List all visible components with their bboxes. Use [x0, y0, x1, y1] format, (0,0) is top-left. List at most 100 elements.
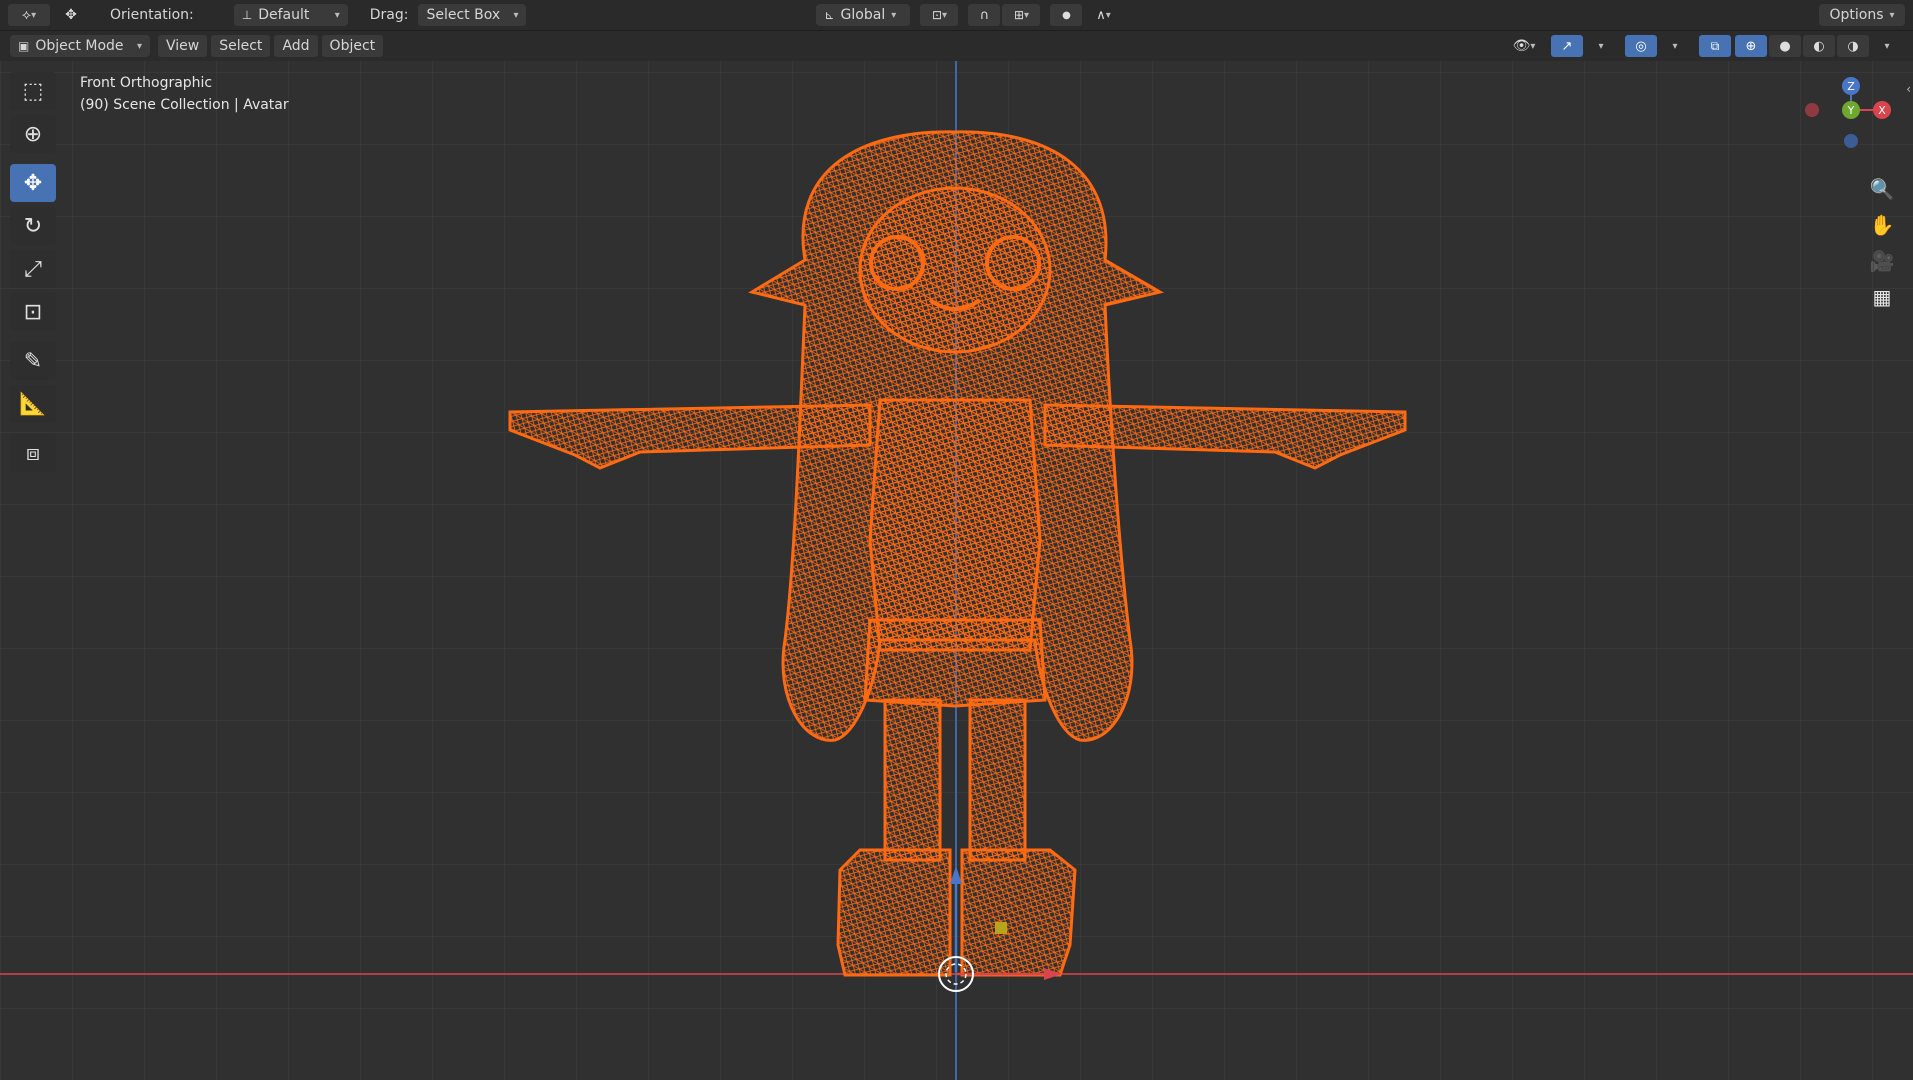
camera-view-button[interactable]: 🎥 — [1865, 244, 1899, 278]
move-icon: ✥ — [23, 170, 43, 196]
navigation-gizmo[interactable]: Z X Y — [1796, 71, 1906, 181]
falloff-button[interactable]: ∧ ▾ — [1084, 4, 1122, 26]
shading-solid-button[interactable]: ● — [1769, 35, 1801, 57]
menu-select[interactable]: Select — [211, 35, 271, 57]
chevron-down-icon: ▾ — [1889, 9, 1895, 21]
sidebar-toggle-arrow[interactable]: ‹ — [1906, 82, 1911, 96]
mode-dropdown[interactable]: ▣ Object Mode ▾ — [10, 35, 150, 57]
scale-tool[interactable]: ⤢ — [10, 250, 56, 288]
object-mode-icon: ▣ — [18, 39, 30, 53]
chevron-down-icon: ▾ — [942, 9, 948, 21]
cursor-tool[interactable]: ⊕ — [10, 115, 56, 153]
shading-rendered-button[interactable]: ◑ — [1837, 35, 1869, 57]
material-sphere-icon: ◐ — [1813, 38, 1825, 54]
move-gizmo-plane-handle[interactable] — [995, 922, 1007, 934]
pan-button[interactable]: ✋ — [1865, 208, 1899, 242]
gizmo-z-label: Z — [1847, 80, 1855, 93]
shading-wireframe-button[interactable]: ⊕ — [1735, 35, 1767, 57]
move-icon: ✥ — [65, 7, 77, 23]
gizmo-toggle[interactable]: ↗ — [1551, 35, 1583, 57]
wireframe-sphere-icon: ⊕ — [1745, 38, 1757, 54]
rotate-tool[interactable]: ↻ — [10, 207, 56, 245]
torso-mesh — [868, 398, 1042, 652]
annotate-icon: ✎ — [23, 348, 43, 374]
move-tool[interactable]: ✥ — [10, 164, 56, 202]
visibility-button[interactable]: 👁 ▾ — [1503, 35, 1545, 57]
menu-object[interactable]: Object — [321, 35, 384, 57]
face-mesh — [858, 186, 1052, 354]
xray-toggle[interactable]: ⧉ — [1699, 35, 1731, 57]
tool-shelf: ⬚ ⊕ ✥ ↻ ⤢ ⊡ ✎ 📐 ⧈ — [10, 72, 56, 477]
rendered-sphere-icon: ◑ — [1847, 38, 1859, 54]
shading-menu[interactable]: ▾ — [1871, 35, 1903, 57]
gizmo-menu[interactable]: ▾ — [1585, 35, 1617, 57]
overlays-menu[interactable]: ▾ — [1659, 35, 1691, 57]
rotate-icon: ↻ — [23, 213, 43, 239]
snap-target-button[interactable]: ⊞ ▾ — [1002, 4, 1041, 26]
scale-icon: ⤢ — [24, 256, 42, 282]
select-box-tool[interactable]: ⬚ — [10, 72, 56, 110]
chevron-down-icon: ▾ — [334, 9, 340, 21]
xray-icon: ⧉ — [1710, 38, 1720, 53]
gizmo-icon: ↗ — [1561, 38, 1573, 54]
ortho-toggle-button[interactable]: ▦ — [1865, 280, 1899, 314]
right-shoe-mesh — [960, 848, 1077, 977]
overlays-toggle[interactable]: ◎ — [1625, 35, 1657, 57]
mode-value: Object Mode — [35, 38, 124, 54]
snap-increment-icon: ⊞ — [1013, 8, 1024, 22]
overlays-icon: ◎ — [1635, 38, 1647, 54]
orientation-value: Default — [258, 7, 310, 23]
view-name: Front Orthographic — [80, 75, 213, 91]
gizmo-neg-x-axis[interactable] — [1805, 103, 1819, 117]
orientation-dropdown[interactable]: ⊥ Default ▾ — [233, 4, 348, 26]
solid-sphere-icon: ● — [1779, 38, 1791, 54]
chevron-left-icon: ‹ — [1906, 82, 1911, 96]
menu-view[interactable]: View — [158, 35, 208, 57]
options-dropdown[interactable]: Options ▾ — [1819, 4, 1905, 26]
viewport-info: Front Orthographic (90) Scene Collection… — [80, 72, 289, 116]
chevron-down-icon: ▾ — [1105, 9, 1111, 21]
shorts-mesh — [863, 618, 1047, 708]
viewport-canvas — [0, 61, 1913, 1080]
chevron-down-icon: ▾ — [1024, 9, 1030, 21]
measure-icon: 📐 — [19, 391, 47, 417]
proportional-editing-toggle[interactable]: ● — [1050, 4, 1083, 26]
chevron-down-icon: ▾ — [31, 9, 37, 21]
chevron-down-icon: ▾ — [136, 40, 142, 52]
3d-viewport[interactable]: Z X Y — [0, 61, 1913, 1080]
axes-icon: ⊥ — [241, 8, 253, 22]
eye-icon: 👁 — [1512, 38, 1531, 54]
tool-settings-header: ⟡ ▾ ✥ Orientation: ⊥ Default ▾ Drag: Sele… — [0, 0, 1913, 31]
falloff-curve-icon: ∧ — [1096, 7, 1106, 23]
transform-orientation-dropdown[interactable]: ⊾ Global ▾ — [816, 4, 911, 26]
add-cube-icon: ⧈ — [26, 440, 40, 466]
annotate-tool[interactable]: ✎ — [10, 342, 56, 380]
viewport-header: ▣ Object Mode ▾ View Select Add Object 👁… — [0, 31, 1913, 61]
collection-info: (90) Scene Collection | Avatar — [80, 97, 289, 113]
snap-toggle[interactable]: ∩ — [968, 4, 1001, 26]
menu-add[interactable]: Add — [274, 35, 318, 57]
cursor-select-icon: ⬚ — [22, 78, 44, 104]
pivot-icon: ⊡ — [931, 8, 942, 22]
left-shoe-mesh — [836, 848, 952, 977]
zoom-button[interactable]: 🔍 — [1865, 172, 1899, 206]
chevron-down-icon: ▾ — [891, 9, 897, 21]
drag-dropdown[interactable]: Select Box ▾ — [418, 4, 527, 26]
active-tool-button[interactable]: ✥ — [52, 4, 90, 26]
pivot-point-button[interactable]: ⊡ ▾ — [920, 4, 959, 26]
editor-type-button[interactable]: ⟡ ▾ — [8, 4, 50, 26]
chevron-down-icon: ▾ — [1884, 40, 1890, 52]
shading-material-button[interactable]: ◐ — [1803, 35, 1835, 57]
transform-tool[interactable]: ⊡ — [10, 293, 56, 331]
drag-label: Drag: — [369, 7, 409, 23]
right-leg-mesh — [968, 698, 1027, 862]
gizmo-neg-z-axis[interactable] — [1844, 134, 1858, 148]
magnet-icon: ∩ — [979, 7, 990, 23]
measure-tool[interactable]: 📐 — [10, 385, 56, 423]
3d-cursor-tool-icon: ⊕ — [23, 121, 43, 147]
grid-icon: ▦ — [1872, 285, 1892, 309]
add-cube-tool[interactable]: ⧈ — [10, 434, 56, 472]
options-label: Options — [1829, 7, 1884, 23]
zoom-icon: 🔍 — [1869, 177, 1895, 201]
transform-orientation-value: Global — [840, 7, 886, 23]
